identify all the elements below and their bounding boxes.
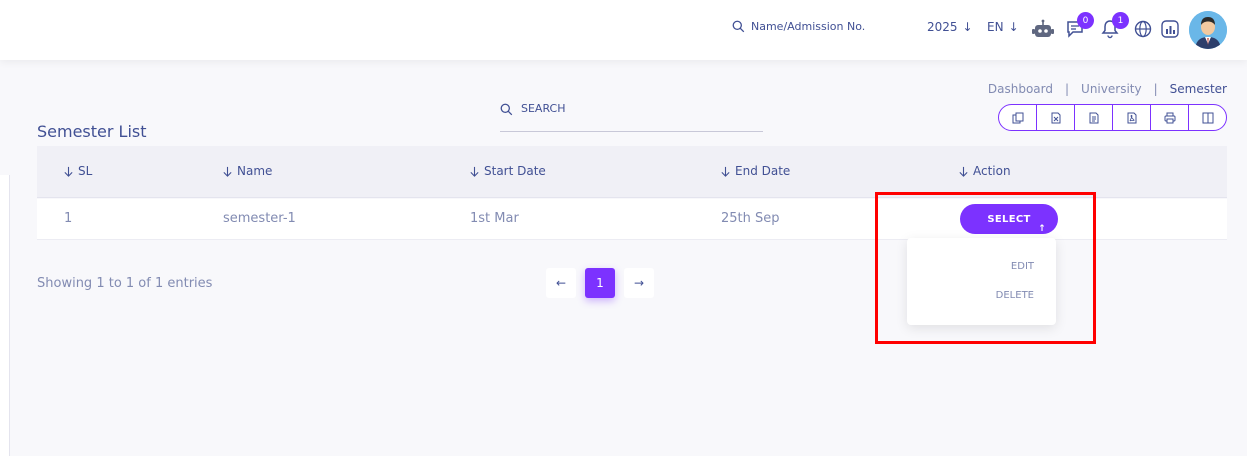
student-search[interactable]: Name/Admission No.	[732, 20, 865, 33]
column-action[interactable]: Action	[958, 164, 1011, 178]
chart-icon[interactable]	[1159, 18, 1181, 40]
table-header: SL Name Start Date End Date Action	[37, 146, 1227, 198]
breadcrumb-university[interactable]: University	[1081, 82, 1142, 96]
breadcrumb-semester: Semester	[1169, 82, 1227, 96]
breadcrumb-separator: |	[1065, 82, 1070, 96]
pagination-info: Showing 1 to 1 of 1 entries	[37, 276, 213, 291]
breadcrumb: Dashboard | University | Semester	[988, 82, 1227, 96]
search-label: SEARCH	[521, 102, 566, 115]
cell-start-date: 1st Mar	[470, 211, 519, 226]
columns-button[interactable]	[1189, 105, 1226, 130]
language-value: EN	[987, 20, 1004, 34]
messages-badge: 0	[1077, 12, 1094, 29]
year-selector[interactable]: 2025 ↓	[927, 20, 973, 34]
page-1-button[interactable]: 1	[585, 268, 615, 298]
cell-name: semester-1	[223, 211, 296, 226]
pdf-icon	[1127, 112, 1136, 123]
print-icon	[1164, 112, 1175, 123]
print-button[interactable]	[1151, 105, 1189, 130]
column-label: End Date	[735, 164, 791, 178]
search-icon	[500, 103, 513, 116]
column-sl[interactable]: SL	[63, 164, 92, 178]
column-end-date[interactable]: End Date	[720, 164, 790, 178]
excel-icon	[1051, 112, 1060, 123]
sort-down-icon	[470, 166, 479, 177]
sort-down-icon	[64, 166, 73, 177]
column-label: Start Date	[484, 164, 546, 178]
next-page-button[interactable]: →	[624, 268, 654, 298]
arrow-down-icon: ↓	[1008, 20, 1019, 34]
column-label: Action	[973, 164, 1011, 178]
column-start-date[interactable]: Start Date	[469, 164, 546, 178]
student-search-label: Name/Admission No.	[751, 20, 866, 33]
sort-down-icon	[959, 166, 968, 177]
cell-end-date: 25th Sep	[721, 211, 780, 226]
prev-page-button[interactable]: ←	[546, 268, 576, 298]
bell-icon[interactable]: 1	[1099, 12, 1129, 40]
breadcrumb-dashboard[interactable]: Dashboard	[988, 82, 1053, 96]
copy-button[interactable]	[999, 105, 1037, 130]
export-toolbar	[998, 104, 1227, 131]
cell-sl: 1	[64, 211, 73, 226]
excel-button[interactable]	[1037, 105, 1075, 130]
language-selector[interactable]: EN ↓	[987, 20, 1019, 34]
globe-icon[interactable]	[1132, 18, 1154, 40]
columns-icon	[1202, 112, 1213, 123]
sidebar-edge	[0, 175, 10, 456]
search-icon	[732, 20, 745, 33]
breadcrumb-separator: |	[1153, 82, 1158, 96]
highlight-box	[875, 192, 1096, 344]
user-avatar[interactable]	[1189, 11, 1227, 49]
column-label: Name	[237, 164, 273, 178]
pdf-button[interactable]	[1113, 105, 1151, 130]
copy-icon	[1012, 112, 1023, 123]
top-navbar: Name/Admission No. 2025 ↓ EN ↓ 0 1	[0, 0, 1247, 60]
notifications-badge: 1	[1112, 12, 1129, 29]
csv-button[interactable]	[1075, 105, 1113, 130]
column-name[interactable]: Name	[222, 164, 272, 178]
arrow-down-icon: ↓	[962, 20, 973, 34]
column-label: SL	[78, 164, 93, 178]
robot-icon[interactable]	[1032, 18, 1054, 40]
sort-down-icon	[223, 166, 232, 177]
csv-icon	[1089, 112, 1098, 123]
year-value: 2025	[927, 20, 958, 34]
page-title: Semester List	[37, 122, 147, 141]
chat-icon[interactable]: 0	[1064, 12, 1094, 40]
table-search-input[interactable]: SEARCH	[500, 100, 763, 132]
sort-down-icon	[721, 166, 730, 177]
